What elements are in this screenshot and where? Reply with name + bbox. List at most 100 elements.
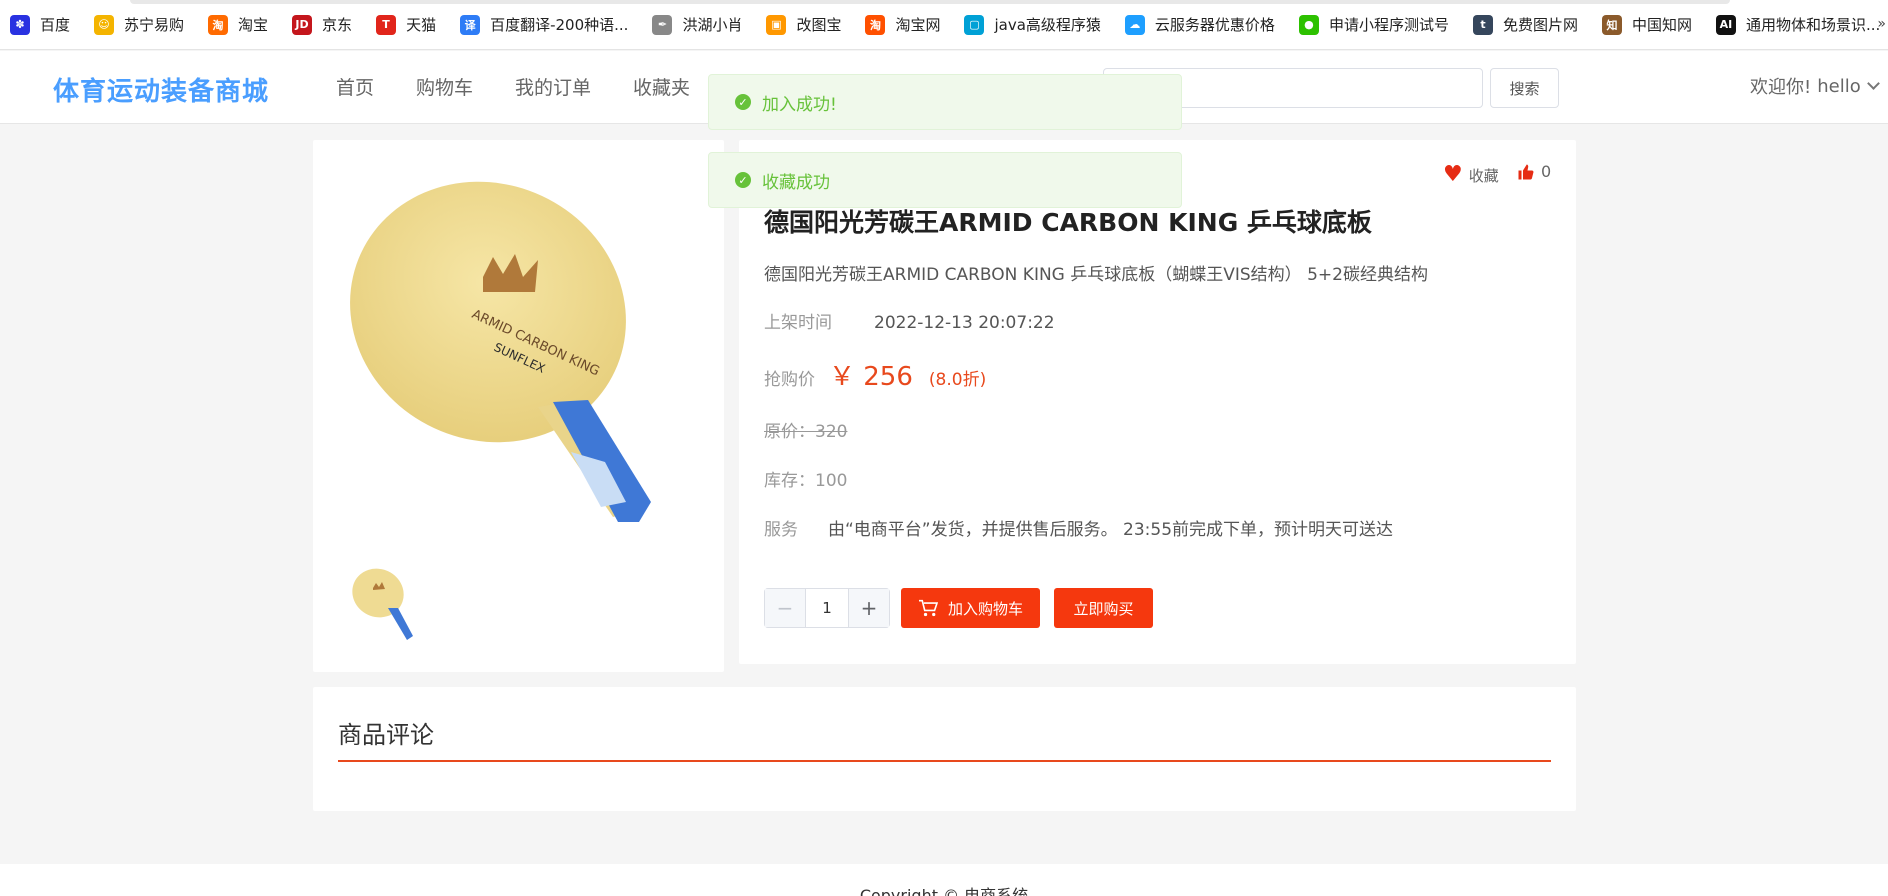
bookmark-label: 免费图片网 [1502,16,1578,34]
bookmark-item[interactable]: 淘淘宝网 [865,14,940,35]
original-price: 原价：320 [764,422,848,442]
original-price-row: 原价：320 [764,417,847,442]
product-description: 德国阳光芳碳王ARMID CARBON KING 乒乓球底板（蝴蝶王VIS结构）… [764,265,1428,285]
product-main-image: ARMID CARBON KING SUNFLEX [350,181,651,522]
bookmark-item[interactable]: t 免费图片网 [1472,14,1578,35]
site-logo[interactable]: 体育运动装备商城 [53,71,269,108]
gaitubao-icon: ▣ [766,14,787,35]
bookmark-item[interactable]: ☁ 云服务器优惠价格 [1124,14,1275,35]
cnki-icon: 知 [1601,14,1622,35]
product-gallery: ARMID CARBON KING SUNFLEX [313,140,724,672]
bookmarks-overflow-icon[interactable]: » [1877,16,1886,32]
bookmark-item[interactable]: T 天猫 [376,14,436,35]
favorite-button[interactable]: ♥ 收藏 [1443,164,1499,186]
listed-label: 上架时间 [764,313,832,333]
bookmark-item[interactable]: ✒ 洪湖小肖 [652,14,742,35]
feather-icon: ✒ [652,14,673,35]
cloud-icon: ☁ [1124,14,1145,35]
service-label: 服务 [764,520,798,540]
taobao-net-icon: 淘 [865,14,886,35]
search-button[interactable]: 搜索 [1490,68,1559,108]
jd-icon: JD [292,14,313,35]
bookmark-item[interactable]: JD 京东 [292,14,352,35]
product-info: ♥ 收藏 0 德国阳光芳碳王ARMID CARBON KING 乒乓球底板 德国… [739,140,1576,664]
welcome-text: 欢迎你! [1750,77,1812,98]
taobao-icon: 淘 [208,14,229,35]
listed-time: 2022-12-13 20:07:22 [874,313,1055,333]
price-row: 抢购价 ￥ 256 (8.0折) [764,356,986,393]
toast-favorite-success: ✓ 收藏成功 [708,152,1182,208]
username: hello [1817,75,1861,97]
suning-icon: ☺ [94,14,115,35]
bookmark-item[interactable]: ▢ java高级程序猿 [964,14,1101,35]
quantity-decrease-button[interactable]: − [765,589,805,627]
price-label: 抢购价 [764,370,815,390]
check-circle-icon: ✓ [735,172,751,188]
listed-time-row: 上架时间 2022-12-13 20:07:22 [764,308,1055,333]
nav-orders[interactable]: 我的订单 [515,73,591,100]
bookmark-label: 苏宁易购 [124,16,185,34]
wechat-icon: ● [1298,14,1319,35]
reviews-divider [338,760,1551,762]
check-circle-icon: ✓ [735,94,751,110]
reviews-section: 商品评论 [313,687,1576,811]
sale-price: ￥ 256 [829,362,913,392]
discount-badge: (8.0折) [928,370,987,390]
bookmark-item[interactable]: ☺ 苏宁易购 [94,14,184,35]
product-title: 德国阳光芳碳王ARMID CARBON KING 乒乓球底板 [764,208,1372,237]
bookmark-label: 改图宝 [796,16,842,34]
nav-favorites[interactable]: 收藏夹 [633,73,690,100]
bookmark-item[interactable]: 译百度翻译-200种语... [460,14,628,35]
like-count: 0 [1541,162,1552,181]
reviews-title: 商品评论 [338,721,434,749]
bookmark-item[interactable]: ● 申请小程序测试号 [1298,14,1449,35]
cart-icon [918,599,938,617]
bookmark-label: 京东 [322,16,353,34]
nav-home[interactable]: 首页 [336,73,374,100]
main-nav: 首页 购物车 我的订单 收藏夹 [336,73,732,100]
toast-add-success: ✓ 加入成功! [708,74,1182,130]
bookmark-label: 申请小程序测试号 [1328,16,1449,34]
toast-message: 收藏成功 [762,172,830,193]
service-text: 由“电商平台”发货，并提供售后服务。 23:55前完成下单，预计明天可送达 [828,520,1394,540]
thumbs-up-icon [1518,164,1534,179]
bookmark-item[interactable]: ▣ 改图宝 [766,14,841,35]
bookmark-label: java高级程序猿 [994,16,1101,34]
user-menu[interactable]: 欢迎你! hello [1750,73,1880,99]
bookmark-label: 淘宝 [238,16,269,34]
product-thumbnail[interactable] [343,558,433,648]
tab-strip-edge [130,0,1730,4]
like-button[interactable]: 0 [1517,162,1551,181]
toast-message: 加入成功! [762,94,837,115]
add-to-cart-label: 加入购物车 [947,599,1023,618]
bookmarks-bar: ✽ 百度 ☺ 苏宁易购淘淘宝 JD 京东 T 天猫译百度翻译-200种语... ✒ 洪湖小肖 ▣ 改图… [0,0,1888,50]
stock-row: 库存：100 [764,466,847,491]
add-to-cart-button[interactable]: 加入购物车 [901,588,1040,628]
bookmark-item[interactable]: 淘淘宝 [208,14,268,35]
quantity-input[interactable]: 1 [805,589,849,627]
quantity-increase-button[interactable]: + [849,589,889,627]
copyright: Copyright © 电商系统 [859,886,1029,896]
nav-cart[interactable]: 购物车 [416,73,473,100]
bookmark-label: 淘宝网 [895,16,941,34]
baidu-translate-icon: 译 [460,14,481,35]
bookmark-item[interactable]: ✽ 百度 [10,14,70,35]
tmall-icon: T [376,14,397,35]
bookmark-label: 云服务器优惠价格 [1154,16,1275,34]
bookmark-list: ✽ 百度 ☺ 苏宁易购淘淘宝 JD 京东 T 天猫译百度翻译-200种语... ✒ 洪湖小肖 ▣ 改图… [10,14,1888,35]
tumblr-icon: t [1472,14,1493,35]
bookmark-label: 百度 [40,16,71,34]
favorite-label: 收藏 [1468,166,1499,185]
bookmark-item[interactable]: AI 通用物体和场景识... [1715,14,1881,35]
buy-now-button[interactable]: 立即购买 [1054,588,1153,628]
quantity-stepper: − 1 + [764,588,890,628]
bookmark-label: 通用物体和场景识... [1745,16,1881,34]
bookmark-label: 洪湖小肖 [682,16,743,34]
bookmark-label: 天猫 [406,16,437,34]
service-row: 服务 由“电商平台”发货，并提供售后服务。 23:55前完成下单，预计明天可送达 [764,515,1393,540]
footer: Copyright © 电商系统 [0,864,1888,896]
bilibili-icon: ▢ [964,14,985,35]
bookmark-item[interactable]: 知中国知网 [1601,14,1692,35]
bookmark-label: 百度翻译-200种语... [490,16,629,34]
stock: 库存：100 [764,471,848,491]
